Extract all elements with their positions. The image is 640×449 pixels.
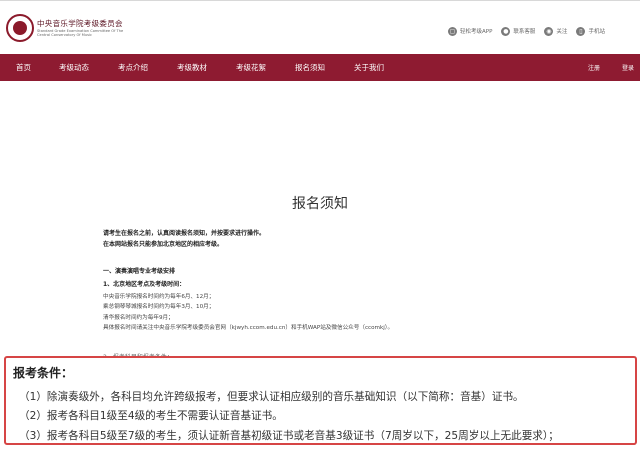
wechat-icon: ◉ <box>544 26 554 36</box>
app-icon: ▢ <box>448 26 457 36</box>
schedule-lines: 中央音乐学院报名时间约为每年6月、12月； 乘总钢琴琴城报名时间约为每年3月、1… <box>103 292 393 334</box>
notice-item: （3）报考各科目5级至7级的考生，须认证新音基初级证书或老音基3级证书（7周岁以… <box>19 430 559 442</box>
top-link-label: 轻松考级APP <box>460 29 493 35</box>
notice-item: （1）除演奏级外，各科目均允许跨级报考，但要求认证相应级别的音乐基础知识（以下简… <box>19 391 524 403</box>
intro-line: 在本网站报名只能参加北京地区的相应考级。 <box>103 241 224 248</box>
nav-item-home[interactable]: 首页 <box>16 62 31 73</box>
schedule-line: 清华报名时间约为每年9月； <box>103 314 174 321</box>
phone-icon: ▯ <box>576 26 586 36</box>
nav-item-registration[interactable]: 报名须知 <box>295 62 325 73</box>
top-link-follow[interactable]: ◉ 关注 <box>544 26 568 36</box>
notice-item: （2）报考各科目1级至4级的考生不需要认证音基证书。 <box>19 410 283 422</box>
logo-english-name: Standard Grade Examination Committee Of … <box>37 29 124 38</box>
notice-title: 报考条件： <box>13 366 74 380</box>
top-divider <box>0 0 640 1</box>
nav-item-venues[interactable]: 考点介绍 <box>118 62 148 73</box>
login-link[interactable]: 登录 <box>622 63 634 72</box>
schedule-line: 乘总钢琴琴城报名时间约为每年3月、10月； <box>103 304 215 311</box>
top-link-label: 联系客服 <box>513 29 536 35</box>
page-title: 报名须知 <box>292 196 348 212</box>
highlighted-notice-box: 报考条件： （1）除演奏级外，各科目均允许跨级报考，但要求认证相应级别的音乐基础… <box>4 356 637 445</box>
nav-item-news[interactable]: 考级动态 <box>59 62 89 73</box>
signup-link[interactable]: 注册 <box>588 63 600 72</box>
site-logo[interactable]: 中央音乐学院考级委员会 Standard Grade Examination C… <box>6 12 130 52</box>
logo-chinese-name: 中央音乐学院考级委员会 <box>37 19 123 28</box>
top-link-label: 手机站 <box>588 29 605 35</box>
intro-text: 请考生在报名之前，认真阅读报名须知，并按要求进行操作。 在本网站报名只能参加北京… <box>103 228 265 250</box>
top-link-mobile[interactable]: ▯ 手机站 <box>576 26 605 36</box>
user-icon: ● <box>501 26 511 36</box>
section-heading: 一、演奏演唱专业考级安排 <box>103 268 176 275</box>
top-link-label: 关注 <box>556 29 568 35</box>
main-nav: 首页 考级动态 考点介绍 考级教材 考级花絮 报名须知 关于我们 注册 登录 <box>0 54 640 81</box>
nav-item-about[interactable]: 关于我们 <box>354 62 384 73</box>
subsection-heading: 1、北京地区考点及考级时间： <box>103 281 186 288</box>
nav-item-materials[interactable]: 考级教材 <box>177 62 207 73</box>
site-header: 中央音乐学院考级委员会 Standard Grade Examination C… <box>0 8 640 54</box>
top-link-service[interactable]: ● 联系客服 <box>501 26 536 36</box>
intro-line: 请考生在报名之前，认真阅读报名须知，并按要求进行操作。 <box>103 230 266 237</box>
schedule-line: 具体报名时间请关注中央音乐学院考级委员会官网（kjwyh.ccom.edu.cn… <box>103 325 394 332</box>
schedule-line: 中央音乐学院报名时间约为每年6月、12月； <box>103 294 215 300</box>
top-link-app[interactable]: ▢ 轻松考级APP <box>448 26 493 36</box>
seal-icon <box>6 14 34 42</box>
nav-item-highlights[interactable]: 考级花絮 <box>236 62 266 73</box>
top-links: ▢ 轻松考级APP ● 联系客服 ◉ 关注 ▯ 手机站 <box>448 24 614 38</box>
